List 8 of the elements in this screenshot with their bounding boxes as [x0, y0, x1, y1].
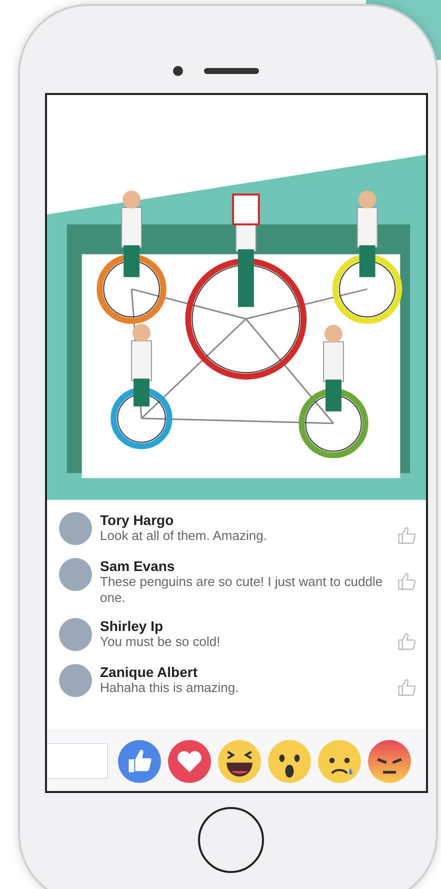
commenter-name: Shirley Ip: [100, 618, 164, 634]
comment-text: You must be so cold!: [100, 634, 222, 650]
commenter-name: Zanique Albert: [100, 664, 198, 680]
comment-text: These penguins are so cute! I just want to cuddle one.: [100, 574, 384, 606]
commenter-name: Tory Hargo: [100, 512, 175, 528]
commenter-name: Sam Evans: [100, 558, 176, 574]
comment-text: Hahaha this is amazing.: [100, 680, 240, 696]
comment-text: Look at all of them. Amazing.: [100, 528, 268, 544]
